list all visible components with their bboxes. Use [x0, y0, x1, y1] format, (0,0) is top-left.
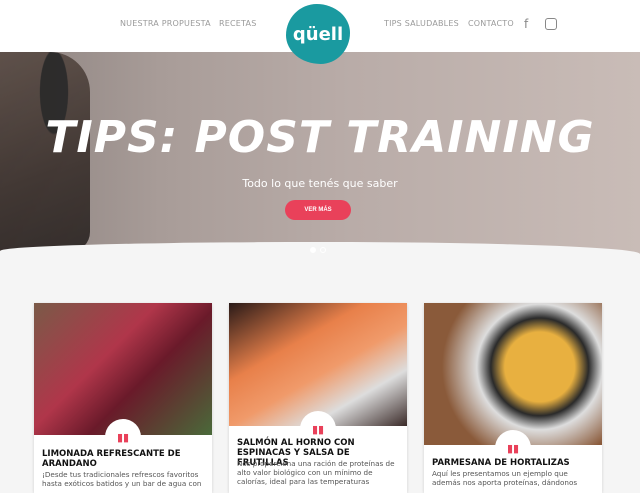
nav-tips-saludables[interactable]: TIPS SALUDABLES	[384, 19, 459, 28]
logo[interactable]: qüell	[286, 4, 350, 64]
recipe-card[interactable]: ▮▮ PARMESANA DE HORTALIZAS Aquí les pres…	[424, 303, 602, 493]
nav-nuestra-propuesta[interactable]: NUESTRA PROPUESTA	[120, 19, 211, 28]
recipe-card[interactable]: ▮▮ LIMONADA REFRESCANTE DE ARANDANO ¡Des…	[34, 303, 212, 493]
recipe-image	[34, 303, 212, 435]
instagram-icon[interactable]	[545, 18, 557, 30]
ver-mas-button[interactable]: VER MÁS	[285, 200, 351, 220]
facebook-icon[interactable]: f	[524, 17, 528, 31]
hero-title: TIPS: POST TRAINING	[45, 112, 595, 163]
hero-wave-divider	[0, 242, 640, 272]
recipe-title[interactable]: PARMESANA DE HORTALIZAS	[432, 458, 596, 468]
recipe-image	[229, 303, 407, 426]
recipe-title[interactable]: LIMONADA REFRESCANTE DE ARANDANO	[42, 449, 206, 469]
recipe-card[interactable]: ▮▮ SALMÓN AL HORNO CON ESPINACAS Y SALSA…	[229, 303, 407, 493]
recipe-excerpt: Nos proporciona una ración de proteínas …	[237, 459, 395, 486]
recipe-excerpt: Aquí les presentamos un ejemplo que adem…	[432, 469, 578, 487]
recipe-excerpt: ¡Desde tus tradicionales refrescos favor…	[42, 470, 202, 488]
nav-recetas[interactable]: RECETAS	[219, 19, 256, 28]
recipe-image	[424, 303, 602, 445]
slide-dot-2[interactable]	[320, 247, 326, 253]
slide-dot-1[interactable]	[310, 247, 316, 253]
hero-subtitle: Todo lo que tenés que saber	[242, 177, 398, 190]
nav-contacto[interactable]: CONTACTO	[468, 19, 514, 28]
